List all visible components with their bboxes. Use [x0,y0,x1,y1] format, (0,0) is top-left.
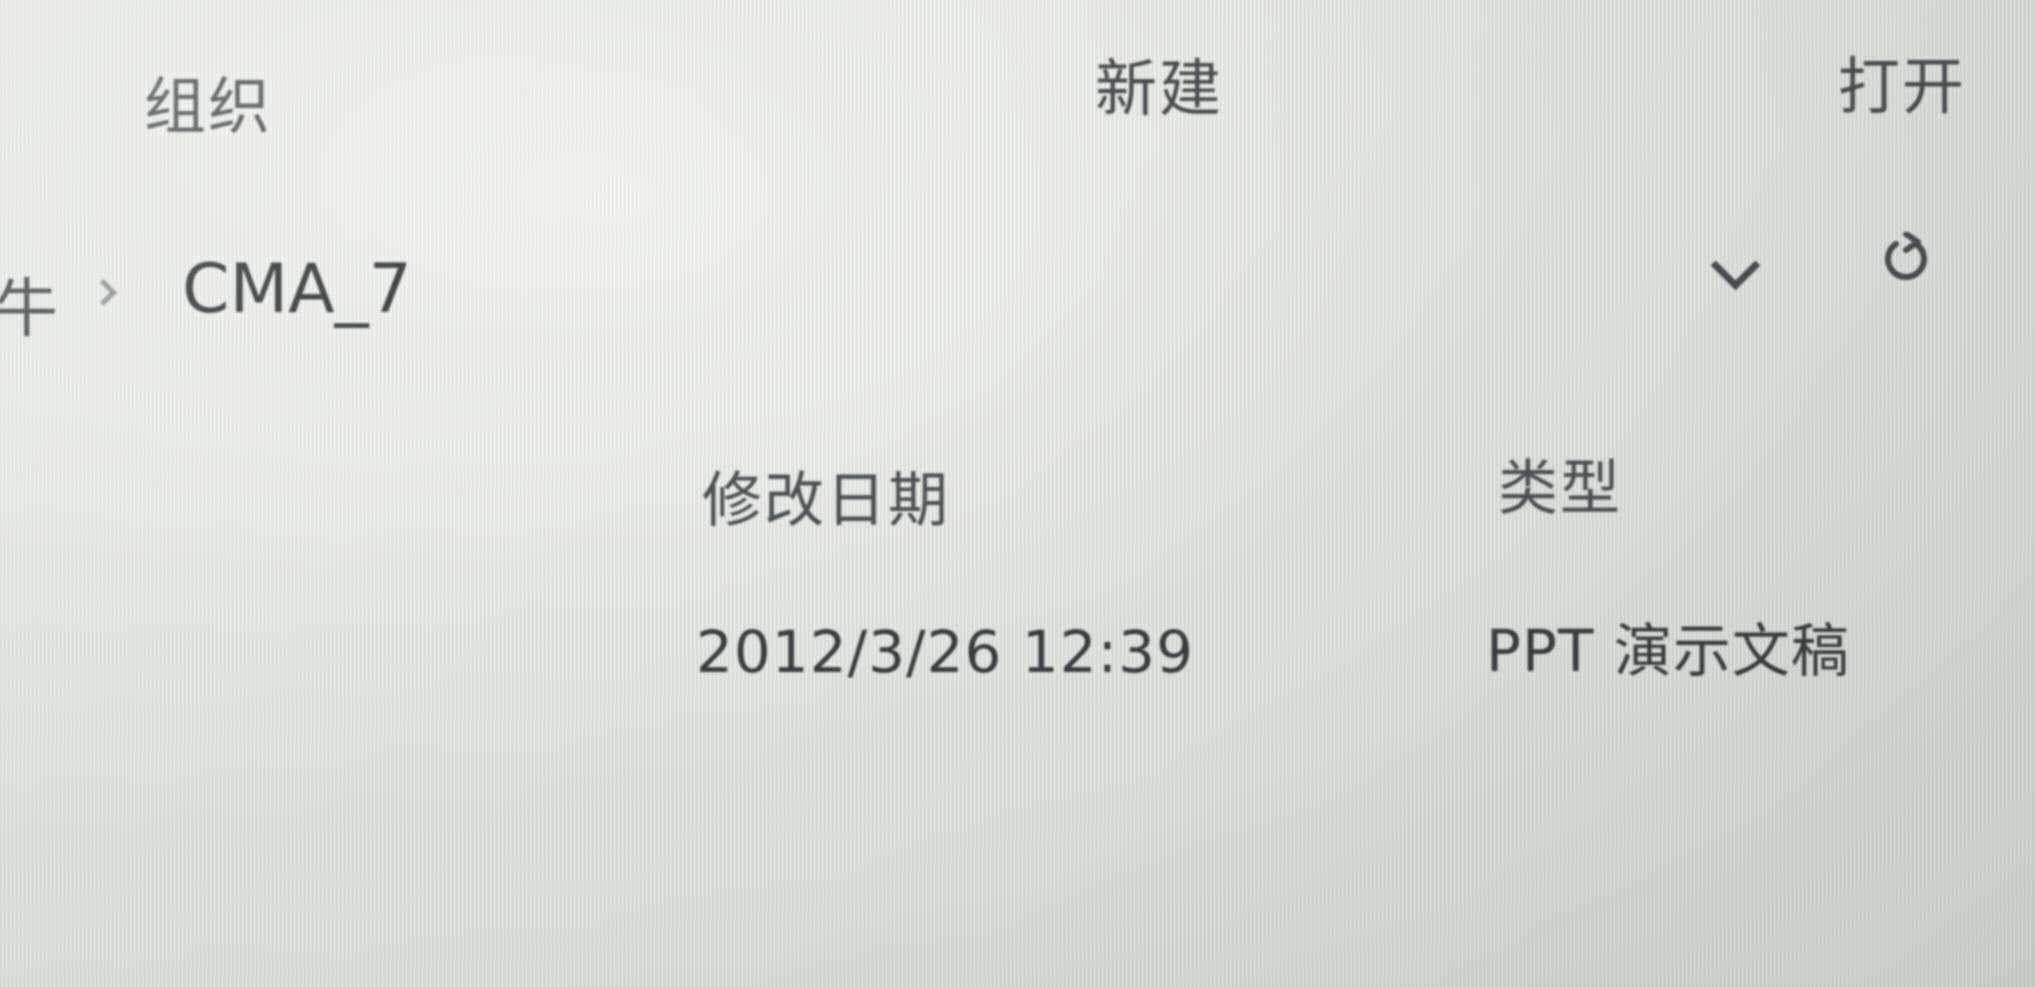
breadcrumb-item-previous[interactable]: 牛 [0,258,58,350]
ribbon-new-button[interactable]: 新建 [1095,38,1223,128]
chevron-down-icon[interactable] [1710,240,1761,291]
cell-modified-date: 2012/3/26 12:39 [696,618,1194,686]
column-header-type[interactable]: 类型 [1498,440,1622,527]
file-explorer-window: 组织 新建 打开 牛 CMA_7 修改日期 类型 2012/3/26 12:39… [0,0,2035,987]
cell-file-type: PPT 演示文稿 [1486,617,1850,685]
breadcrumb-separator-icon [90,279,117,306]
ribbon-organize-button[interactable]: 组织 [144,56,272,146]
column-header-modified[interactable]: 修改日期 [702,452,950,539]
ribbon-open-button[interactable]: 打开 [1838,36,1966,126]
breadcrumb-item-current[interactable]: CMA_7 [182,250,412,329]
refresh-icon[interactable] [1882,232,1930,284]
